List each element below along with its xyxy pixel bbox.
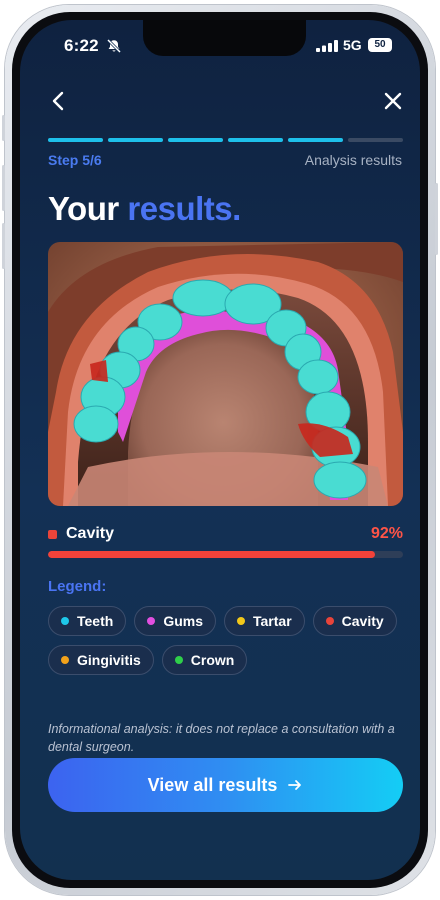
- step-segment: [108, 138, 163, 142]
- step-progress: [48, 138, 403, 142]
- legend-chip-label: Tartar: [253, 613, 292, 629]
- legend-dot-icon: [325, 617, 334, 625]
- confidence-bar-fill: [48, 551, 375, 558]
- arrow-right-icon: [288, 780, 302, 790]
- legend-dot-icon: [237, 617, 245, 625]
- legend-chip-gums[interactable]: Gums: [134, 606, 216, 636]
- view-all-results-button[interactable]: View all results: [48, 758, 403, 812]
- chevron-left-icon[interactable]: [48, 90, 70, 112]
- legend-chip-tartar[interactable]: Tartar: [224, 606, 305, 636]
- step-segment: [228, 138, 283, 142]
- signal-icon: [316, 40, 338, 52]
- power-button: [435, 183, 438, 255]
- battery-indicator: 50: [368, 38, 392, 52]
- legend-chip-label: Teeth: [77, 613, 114, 629]
- legend-chip-label: Gums: [163, 613, 203, 629]
- status-time: 6:22: [64, 36, 99, 55]
- mute-switch: [2, 115, 5, 141]
- legend-chips: Teeth Gums Tartar Cavity Gingivitis Crown: [48, 606, 408, 675]
- dental-scan-image: [48, 242, 403, 506]
- legend-chip-label: Crown: [190, 652, 235, 668]
- page-title: Your results.: [48, 190, 241, 228]
- confidence-bar: [48, 551, 403, 558]
- result-name: Cavity: [66, 525, 115, 542]
- legend-chip-gingivitis[interactable]: Gingivitis: [48, 645, 154, 675]
- legend-title: Legend:: [48, 578, 107, 595]
- step-segment: [288, 138, 343, 142]
- app-screen: 6:22 5G 50 Step 5/6 Analysis results You…: [20, 20, 420, 880]
- disclaimer-text: Informational analysis: it does not repl…: [48, 722, 395, 754]
- step-segment: [48, 138, 103, 142]
- volume-down-button: [2, 223, 5, 269]
- network-label: 5G: [343, 37, 362, 53]
- step-segment: [168, 138, 223, 142]
- result-summary: Cavity 92%: [48, 525, 403, 545]
- view-all-results-label: View all results: [147, 774, 278, 795]
- step-segment: [348, 138, 403, 142]
- step-counter: Step 5/6: [48, 152, 102, 168]
- legend-dot-icon: [147, 617, 156, 625]
- mouth-photo: [48, 242, 403, 506]
- legend-chip-label: Gingivitis: [77, 652, 141, 668]
- phone-frame: 6:22 5G 50 Step 5/6 Analysis results You…: [2, 5, 438, 895]
- legend-chip-teeth[interactable]: Teeth: [48, 606, 127, 636]
- legend-chip-cavity[interactable]: Cavity: [312, 606, 397, 636]
- title-prefix: Your: [48, 190, 119, 227]
- legend-chip-label: Cavity: [341, 613, 384, 629]
- status-bar: 6:22 5G 50: [20, 36, 420, 56]
- close-icon[interactable]: [382, 90, 404, 112]
- legend-dot-icon: [174, 656, 183, 664]
- legend-dot-icon: [61, 656, 69, 664]
- bell-slash-icon: [106, 38, 122, 54]
- legend-dot-icon: [61, 617, 69, 625]
- volume-up-button: [2, 165, 5, 211]
- title-accent: results.: [127, 190, 241, 227]
- result-percent: 92%: [370, 525, 403, 542]
- legend-chip-crown[interactable]: Crown: [161, 645, 248, 675]
- cavity-color-swatch: [48, 530, 57, 539]
- step-title: Analysis results: [304, 152, 402, 168]
